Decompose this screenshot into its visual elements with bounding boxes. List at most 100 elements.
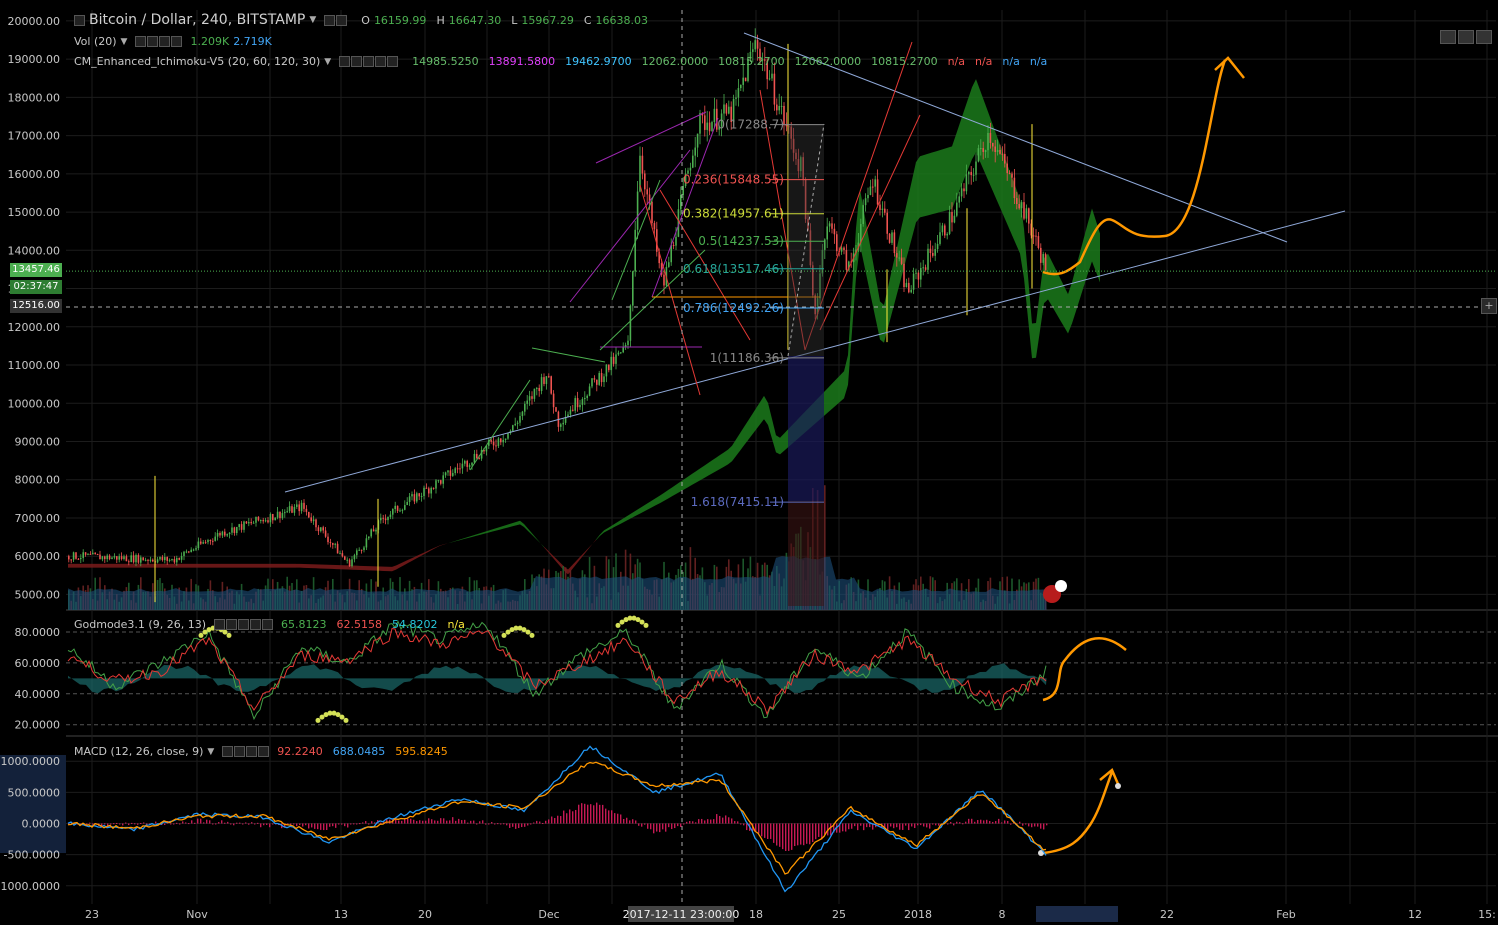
cloud-segment [304,563,308,568]
candle-body [584,397,586,400]
macd-name[interactable]: MACD (12, 26, close, 9) [74,745,203,758]
collapse-icon[interactable] [74,14,85,26]
macd-histogram-bar [326,823,328,830]
candle-body [293,506,296,513]
candle-body [341,553,344,557]
macd-histogram-bar [188,823,190,825]
settings-icon[interactable] [147,36,159,47]
chart-canvas[interactable]: 0(17288.7) 0.236(15848.55) 0.382(14957.61)… [0,0,1498,925]
symbol-title[interactable]: Bitcoin / Dollar, 240, BITSTAMP [89,12,305,28]
candle-body [514,423,516,426]
candle-body [456,468,459,470]
macd-histogram-bar [554,818,556,824]
eye-icon[interactable] [213,619,225,630]
cloud-segment [968,87,972,170]
candle-body [780,105,783,107]
chevron-down-icon[interactable]: ▼ [207,747,214,757]
macd-histogram-bar [407,818,409,824]
candle-body [833,228,836,235]
cloud-segment [240,563,244,568]
code-icon[interactable] [237,619,249,630]
add-icon[interactable] [249,619,261,630]
cloud-segment [96,563,100,568]
macd-histogram-bar [818,823,820,837]
macd-histogram-bar [980,819,982,824]
macd-histogram-bar [1010,823,1012,825]
legend-buttons[interactable] [324,14,348,26]
close-icon[interactable] [258,746,270,757]
candle-body [735,97,737,99]
cloud-segment [156,563,160,568]
godmode-name[interactable]: Godmode3.1 (9, 26, 13) [74,618,206,631]
chevron-down-icon[interactable]: ▼ [121,37,128,47]
macd-histogram-bar [365,821,367,824]
macd-histogram-bar [92,823,94,825]
candle-body [226,534,228,536]
candle-body [454,468,456,474]
add-icon[interactable] [375,56,387,67]
eye-icon[interactable] [135,36,147,47]
candle-body [384,518,387,521]
move-down-icon[interactable] [1440,30,1456,44]
cloud-segment [928,152,932,216]
cloud-segment [120,563,124,568]
close-icon[interactable] [171,36,183,47]
osc-signal-dot [529,632,535,638]
cloud-segment [720,452,724,469]
candle-body [994,146,996,153]
candle-body [951,211,953,223]
candle-body [862,205,864,224]
settings-icon[interactable] [351,56,363,67]
eye-icon[interactable] [339,56,351,67]
candle-body [94,552,96,555]
settings-icon[interactable] [324,14,336,26]
close-icon[interactable] [387,56,399,67]
candle-body [406,501,408,506]
candle-body [459,468,461,470]
vol-name[interactable]: Vol (20) [74,35,117,48]
cloud-segment [360,565,364,571]
candle-body [356,550,358,556]
macd-histogram-bar [707,819,709,824]
osc-tick-label: 80.0000 [15,626,61,639]
candle-body [605,364,608,377]
candle-body [1023,202,1025,219]
candle-body [75,552,77,559]
pane-controls[interactable] [1440,30,1492,44]
macd-histogram-bar [233,823,235,826]
add-icon[interactable] [159,36,171,47]
cloud-segment [188,563,192,568]
candle-body [173,559,176,563]
settings-icon[interactable] [234,746,246,757]
candle-body [651,201,653,224]
cloud-segment [104,563,108,568]
candle-body [948,211,951,234]
cloud-segment [212,563,216,568]
cloud-segment [84,563,88,568]
more-icon[interactable] [336,14,348,26]
add-alert-button[interactable]: + [1481,298,1497,314]
ichimoku-name[interactable]: CM_Enhanced_Ichimoku-V5 (20, 60, 120, 30… [74,55,320,68]
candle-body [617,352,620,355]
macd-histogram-bar [665,823,667,832]
settings-icon[interactable] [225,619,237,630]
maximize-icon[interactable] [1476,30,1492,44]
cloud-segment [160,563,164,568]
candle-body [668,262,670,267]
macd-histogram-bar [911,823,913,827]
close-icon[interactable] [261,619,273,630]
candle-body [252,522,255,524]
macd-histogram-bar [518,823,520,829]
macd-histogram-bar [755,823,757,832]
add-icon[interactable] [246,746,258,757]
candle-body [975,161,977,175]
candle-body [581,399,584,405]
macd-histogram-bar [566,813,568,824]
move-up-icon[interactable] [1458,30,1474,44]
fib-ext-box [788,356,824,501]
macd-histogram-bar [359,823,361,825]
eye-icon[interactable] [222,746,234,757]
code-icon[interactable] [363,56,375,67]
chevron-down-icon[interactable]: ▼ [324,57,331,67]
chevron-down-icon[interactable]: ▼ [309,15,316,25]
